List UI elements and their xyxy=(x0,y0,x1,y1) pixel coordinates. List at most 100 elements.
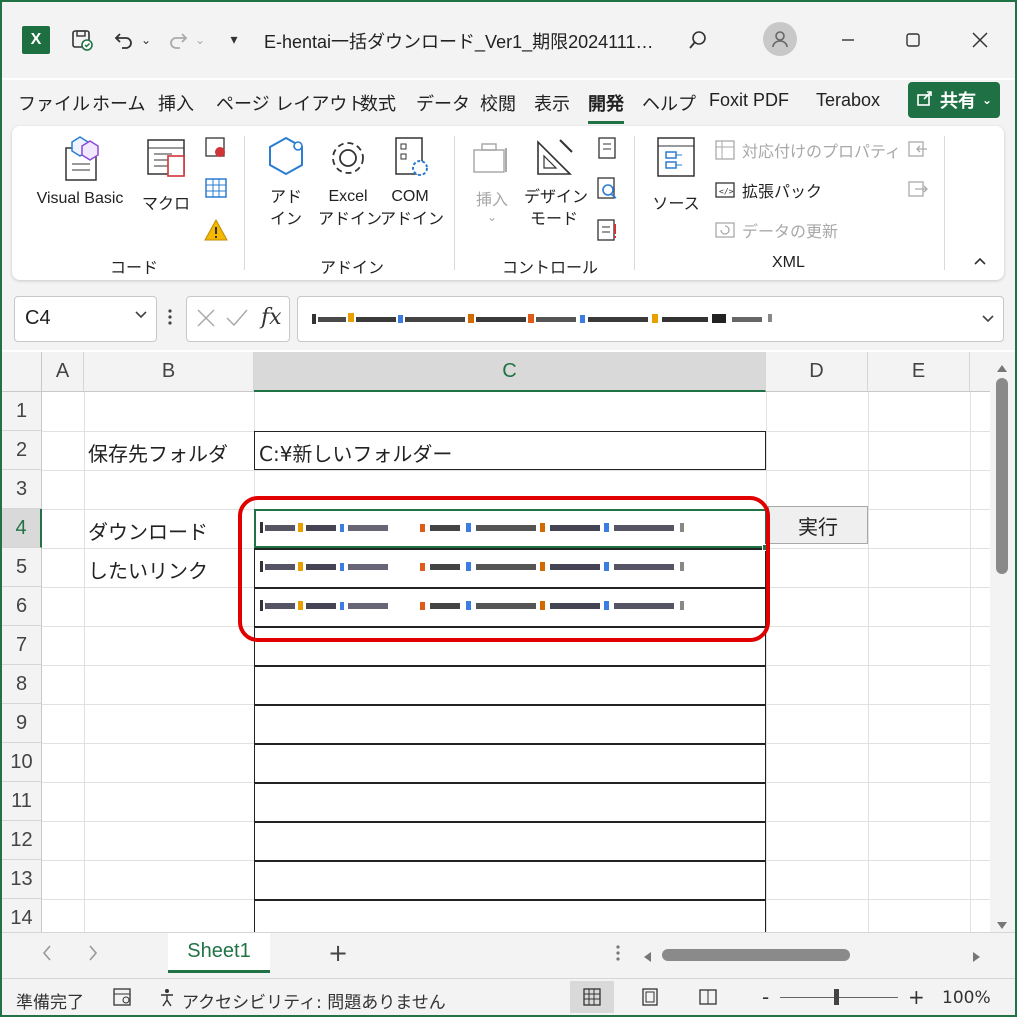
addins-button[interactable]: アド イン xyxy=(260,134,312,230)
execute-button[interactable]: 実行 xyxy=(768,506,868,544)
column-header-f[interactable] xyxy=(970,352,990,392)
row-header[interactable]: 6 xyxy=(2,587,42,626)
xml-import-button[interactable] xyxy=(904,138,932,164)
row-header[interactable]: 14 xyxy=(2,899,42,932)
gear-icon xyxy=(332,142,364,174)
xml-export-button[interactable] xyxy=(904,178,932,204)
scroll-right-icon[interactable] xyxy=(972,948,982,967)
horizontal-scroll-thumb[interactable] xyxy=(662,949,850,961)
accessibility-icon[interactable] xyxy=(158,987,180,1011)
row-header[interactable]: 9 xyxy=(2,704,42,743)
macro-button[interactable]: マクロ xyxy=(140,134,192,214)
column-header-d[interactable]: D xyxy=(766,352,868,392)
excel-addins-button[interactable]: Excel アドイン xyxy=(318,134,382,230)
row-header[interactable]: 11 xyxy=(2,782,42,821)
enter-check-icon[interactable] xyxy=(225,307,249,333)
map-properties-button[interactable]: 対応付けのプロパティ xyxy=(714,138,901,162)
maximize-icon[interactable] xyxy=(897,24,929,56)
more-options-icon[interactable] xyxy=(166,305,174,333)
next-sheet-icon[interactable] xyxy=(86,943,100,967)
column-header-c[interactable]: C xyxy=(254,352,766,392)
row-header[interactable]: 12 xyxy=(2,821,42,860)
search-icon[interactable] xyxy=(682,24,714,56)
zoom-slider-thumb[interactable] xyxy=(834,989,839,1005)
customize-qat-icon[interactable]: ▾ xyxy=(222,26,246,54)
collapse-ribbon-icon[interactable] xyxy=(968,254,992,270)
zoom-out-button[interactable]: - xyxy=(762,985,769,1009)
cancel-icon[interactable] xyxy=(195,307,217,333)
redo-icon[interactable] xyxy=(162,24,194,56)
run-dialog-button[interactable] xyxy=(594,218,620,246)
cell-c2-save-path[interactable]: C:¥新しいフォルダー xyxy=(259,438,452,467)
tab-view[interactable]: 表示 xyxy=(534,90,570,116)
row-header[interactable]: 8 xyxy=(2,665,42,704)
undo-icon[interactable] xyxy=(108,24,140,56)
scroll-left-icon[interactable] xyxy=(642,948,652,967)
insert-control-button[interactable]: 挿入 ⌄ xyxy=(468,134,516,224)
row-header[interactable]: 10 xyxy=(2,743,42,782)
refresh-data-button[interactable]: データの更新 xyxy=(714,218,838,242)
tab-help[interactable]: ヘルプ xyxy=(642,90,696,116)
close-icon[interactable] xyxy=(964,24,996,56)
cell-border-line xyxy=(254,821,766,823)
zoom-slider-track[interactable] xyxy=(780,997,898,998)
tab-review[interactable]: 校閲 xyxy=(480,90,516,116)
column-header-e[interactable]: E xyxy=(868,352,970,392)
tab-home[interactable]: ホーム xyxy=(92,90,145,116)
undo-dropdown-icon[interactable]: ⌄ xyxy=(138,28,154,52)
select-all-corner[interactable] xyxy=(2,352,42,392)
row-header[interactable]: 7 xyxy=(2,626,42,665)
column-header-a[interactable]: A xyxy=(42,352,84,392)
accessibility-status[interactable]: アクセシビリティ: 問題ありません xyxy=(182,988,446,1013)
control-properties-button[interactable] xyxy=(594,136,620,164)
user-avatar-icon[interactable] xyxy=(763,22,797,56)
more-options-icon[interactable] xyxy=(614,941,622,969)
zoom-in-button[interactable]: + xyxy=(908,985,925,1009)
row-header[interactable]: 2 xyxy=(2,431,42,470)
redo-dropdown-icon[interactable]: ⌄ xyxy=(192,28,208,52)
page-layout-view-button[interactable] xyxy=(628,981,672,1013)
row-header[interactable]: 1 xyxy=(2,392,42,431)
insert-function-icon[interactable]: fx xyxy=(261,305,282,330)
xml-source-button[interactable]: ソース xyxy=(650,134,702,214)
visual-basic-button[interactable]: Visual Basic xyxy=(30,134,130,208)
tab-developer[interactable]: 開発 xyxy=(588,90,624,124)
chevron-down-icon[interactable] xyxy=(134,307,148,325)
minimize-icon[interactable] xyxy=(832,24,864,56)
vertical-scroll-thumb[interactable] xyxy=(996,378,1008,574)
row-header[interactable]: 13 xyxy=(2,860,42,899)
tab-insert[interactable]: 挿入 xyxy=(158,90,194,116)
relative-references-button[interactable] xyxy=(202,176,230,204)
row-header[interactable]: 4 xyxy=(2,509,42,548)
view-code-button[interactable] xyxy=(594,176,620,204)
tab-foxit-pdf[interactable]: Foxit PDF xyxy=(709,90,789,111)
row-header[interactable]: 5 xyxy=(2,548,42,587)
page-break-view-button[interactable] xyxy=(686,981,730,1013)
com-addins-button[interactable]: COM アドイン xyxy=(380,134,444,230)
record-macro-button[interactable] xyxy=(202,136,230,164)
expand-formula-icon[interactable] xyxy=(981,309,995,328)
share-button[interactable]: 共有 ⌄ xyxy=(908,82,1000,118)
macro-record-status-icon[interactable] xyxy=(112,987,134,1011)
vertical-scrollbar[interactable] xyxy=(990,352,1015,932)
design-mode-button[interactable]: デザイン モード xyxy=(524,134,588,230)
column-header-b[interactable]: B xyxy=(84,352,254,392)
formula-input[interactable] xyxy=(297,296,1004,342)
autosave-icon[interactable] xyxy=(66,24,98,56)
tab-page-layout[interactable]: ページ レイアウト xyxy=(216,90,365,116)
macro-security-button[interactable] xyxy=(202,218,230,246)
normal-view-button[interactable] xyxy=(570,981,614,1013)
prev-sheet-icon[interactable] xyxy=(40,943,54,967)
expansion-packs-button[interactable]: </> 拡張パック xyxy=(714,178,822,202)
sheet-tab-sheet1[interactable]: Sheet1 xyxy=(168,933,270,973)
add-sheet-button[interactable]: + xyxy=(328,939,348,967)
tab-terabox[interactable]: Terabox xyxy=(816,90,880,111)
scroll-up-icon[interactable] xyxy=(996,358,1008,377)
tab-data[interactable]: データ xyxy=(416,90,470,116)
tab-file[interactable]: ファイル xyxy=(18,90,90,116)
tab-formulas[interactable]: 数式 xyxy=(360,90,396,116)
row-header[interactable]: 3 xyxy=(2,470,42,509)
worksheet-grid[interactable]: A B C D E 1 2 3 4 5 6 7 8 9 10 11 12 13 … xyxy=(2,352,990,932)
name-box[interactable]: C4 xyxy=(14,296,157,342)
zoom-level[interactable]: 100% xyxy=(942,988,991,1008)
